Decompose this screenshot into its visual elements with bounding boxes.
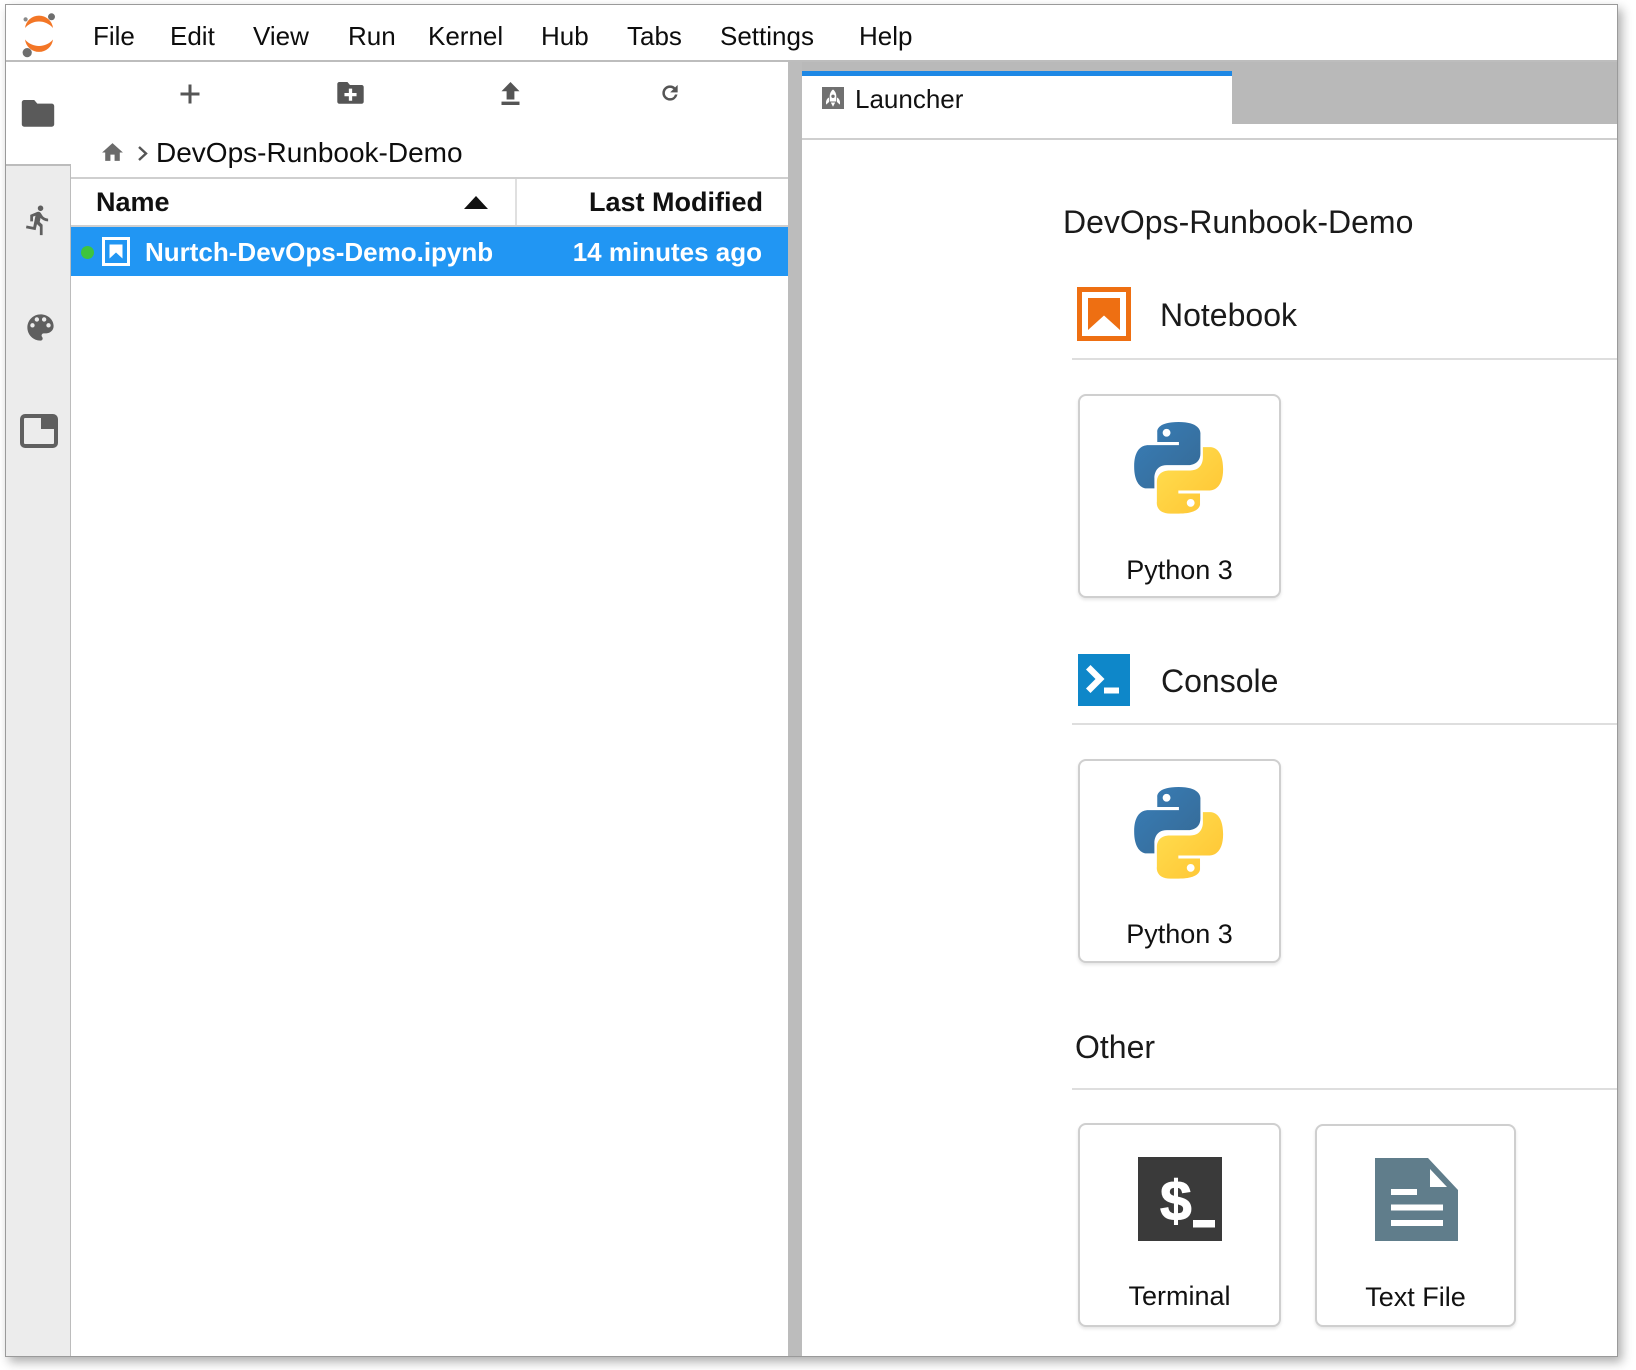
svg-text:$: $ bbox=[1160, 1170, 1192, 1234]
